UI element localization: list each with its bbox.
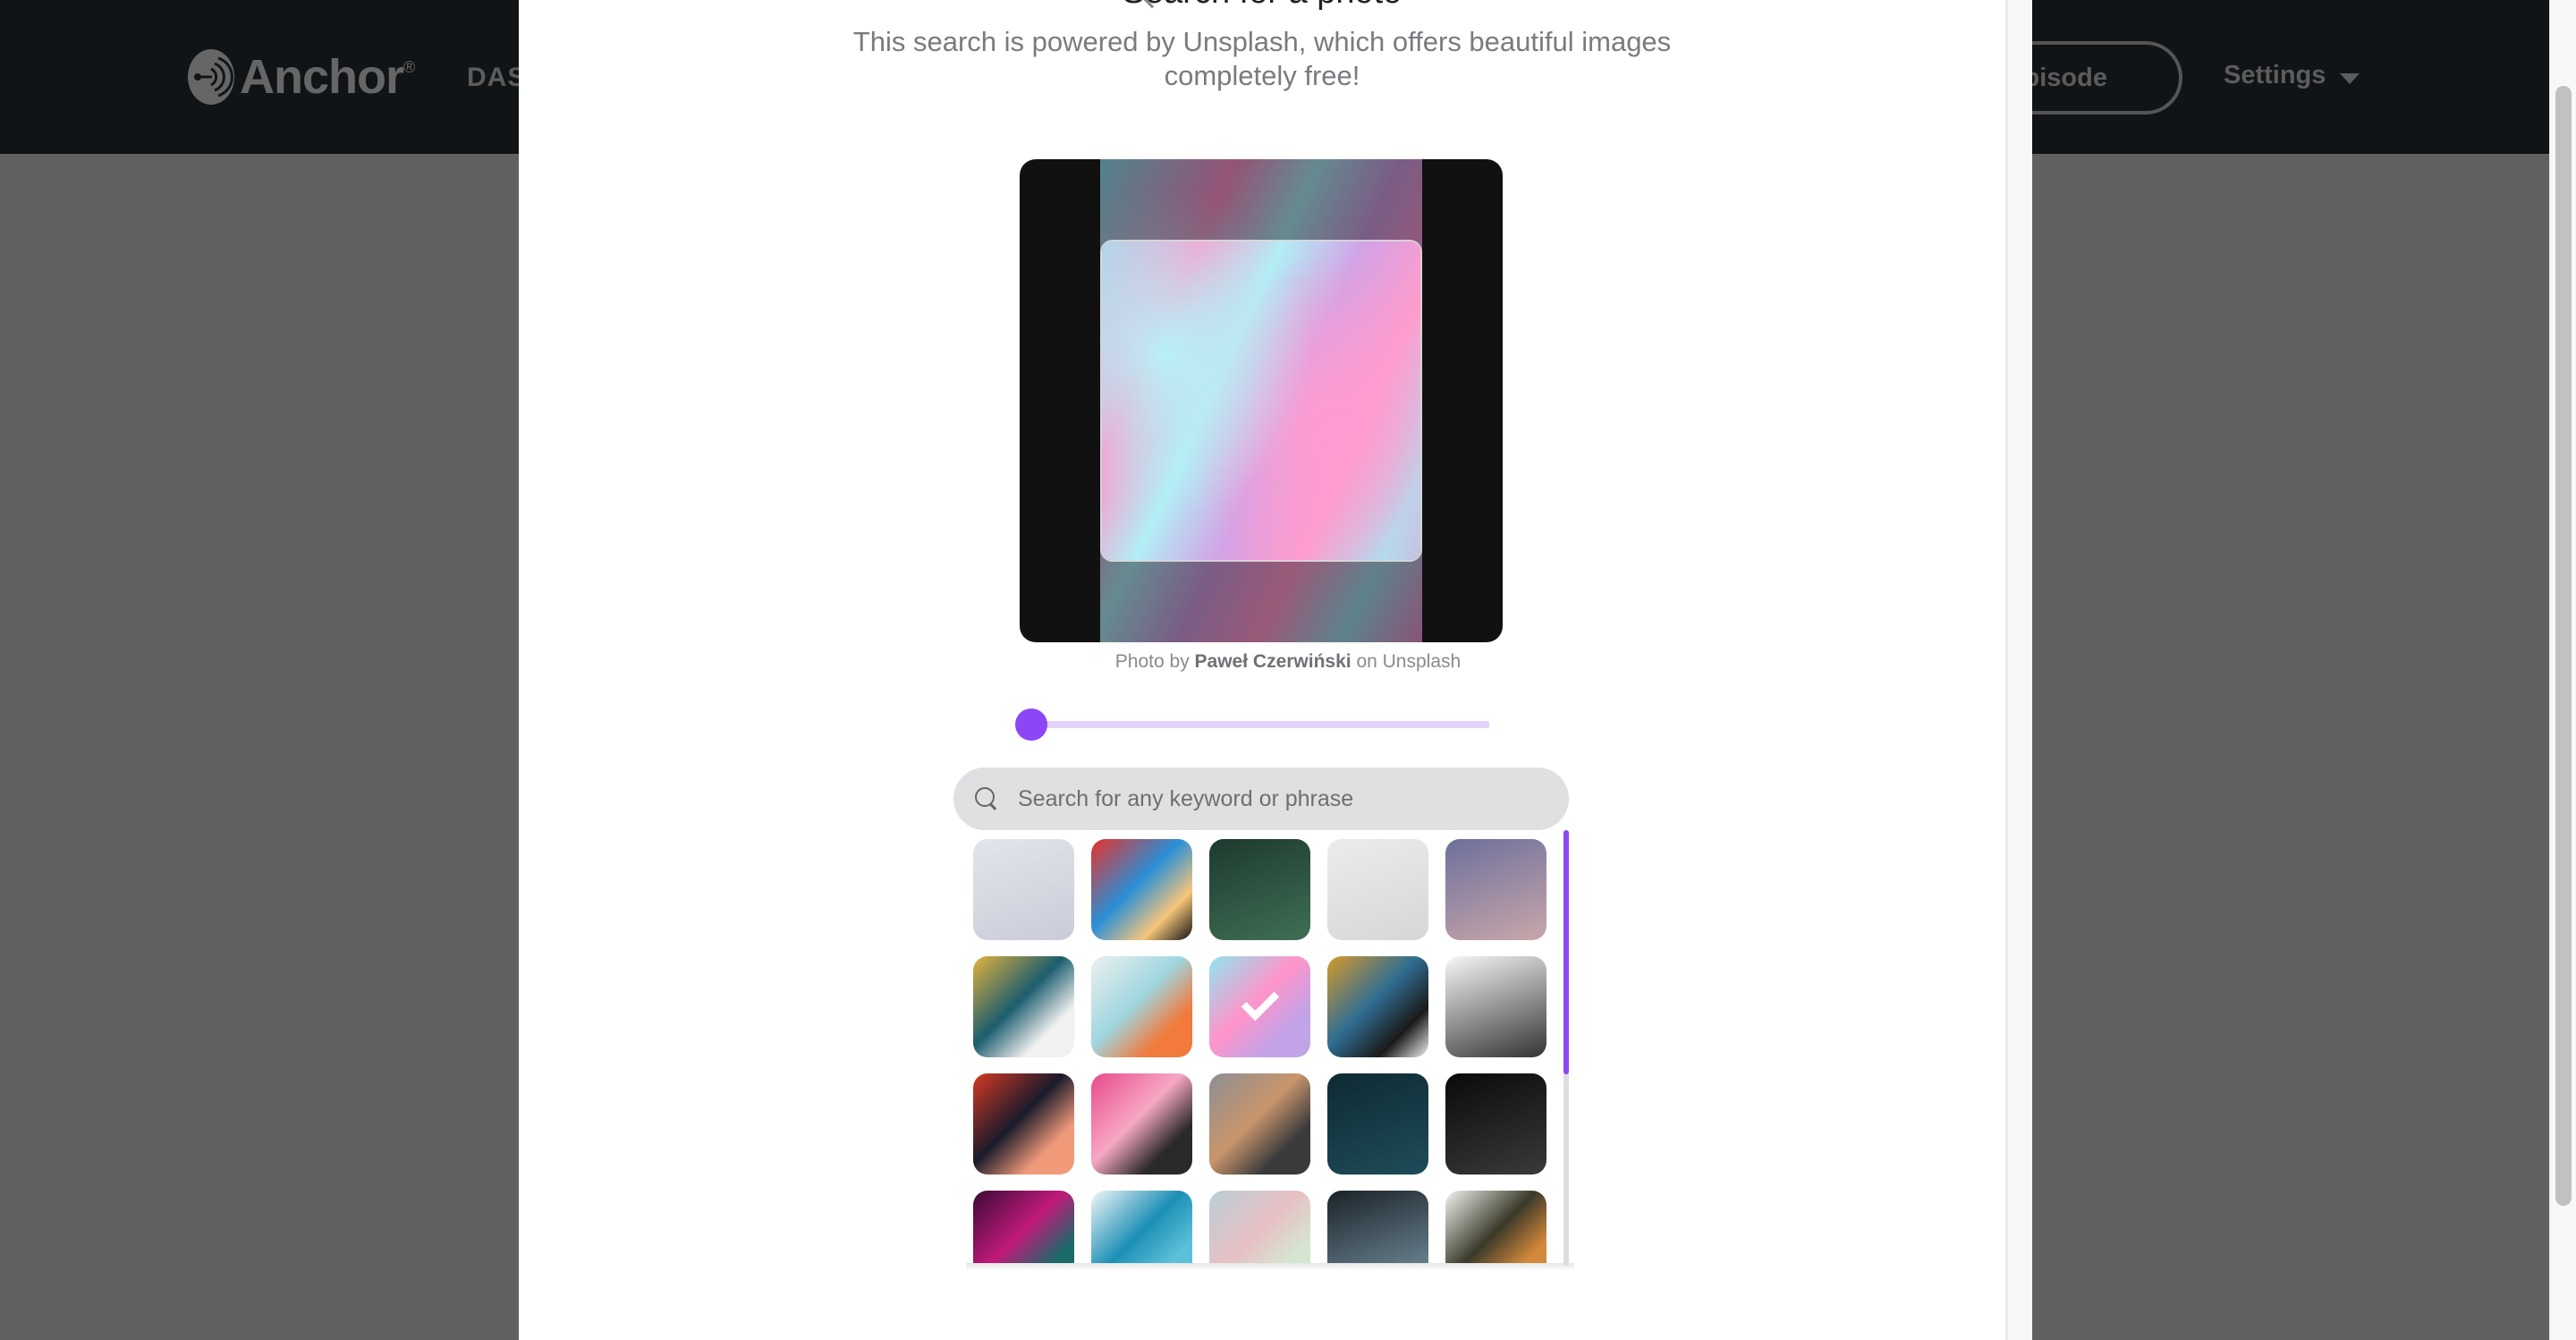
photo-thumbnail-frosted-glass[interactable] [1327, 1191, 1428, 1266]
zoom-slider[interactable] [1015, 707, 1498, 742]
crop-area[interactable] [1100, 240, 1422, 562]
photo-thumbnail-metal-pyramids[interactable] [1209, 1073, 1310, 1175]
photo-results-grid [973, 839, 1546, 1266]
photo-thumbnail-yellow-tiles[interactable] [973, 956, 1074, 1057]
subtitle-line-2: completely free! [1164, 60, 1360, 91]
anchor-logo-icon [188, 49, 234, 105]
results-bottom-fade [966, 1263, 1574, 1270]
browser-scrollbar[interactable] [2549, 0, 2576, 1340]
photo-thumbnail-pink-blue-marble[interactable] [1209, 956, 1310, 1057]
settings-dropdown[interactable]: Settings [2224, 61, 2360, 90]
credit-suffix: on Unsplash [1351, 651, 1462, 672]
photo-thumbnail-black-chevrons[interactable] [1445, 1073, 1546, 1175]
photo-search-input[interactable] [1018, 785, 1555, 812]
photo-thumbnail-blue-blossoms[interactable] [1091, 1191, 1192, 1266]
photo-thumbnail-geometric-triangles[interactable] [1327, 956, 1428, 1057]
page: Anchor ® DAS pisode Settings Search for … [0, 0, 2576, 1340]
browser-scrollbar-thumb[interactable] [2555, 86, 2572, 1206]
photo-thumbnail-pastel-scales[interactable] [1209, 1191, 1310, 1266]
anchor-logo[interactable]: Anchor ® [188, 49, 415, 105]
modal-title: Search for a photo [519, 0, 2005, 12]
nav-dashboard-link[interactable]: DAS [467, 63, 526, 93]
photo-thumbnail-line-pattern[interactable] [1445, 956, 1546, 1057]
photo-thumbnail-colorful-bricks[interactable] [1091, 839, 1192, 940]
photo-search-field[interactable] [953, 768, 1569, 830]
new-episode-label: pisode [2023, 63, 2107, 92]
caret-down-icon [2340, 72, 2360, 84]
results-scrollbar-thumb[interactable] [1563, 830, 1569, 1074]
photo-thumbnail-red-swirls[interactable] [973, 1073, 1074, 1175]
photo-thumbnail-white-waves[interactable] [973, 839, 1074, 940]
photo-thumbnail-pastel-paint[interactable] [1091, 956, 1192, 1057]
photo-thumbnail-floral-vines[interactable] [1445, 1191, 1546, 1266]
photo-thumbnail-pink-flowers[interactable] [1091, 1073, 1192, 1175]
photo-thumbnail-dark-teal-marble[interactable] [1327, 1073, 1428, 1175]
credit-prefix: Photo by [1114, 651, 1195, 672]
selected-check-icon [1241, 982, 1280, 1022]
subtitle-line-1: This search is powered by Unsplash, whic… [852, 26, 1672, 57]
photo-thumbnail-purple-scales[interactable] [1445, 839, 1546, 940]
photo-crop-editor[interactable] [1020, 159, 1503, 642]
photo-credit: Photo by Paweł Czerwiński on Unsplash [0, 651, 2576, 673]
brand-name: Anchor [240, 50, 404, 104]
photo-thumbnail-purple-fur[interactable] [973, 1191, 1074, 1266]
photo-author-link[interactable]: Paweł Czerwiński [1195, 651, 1352, 672]
search-icon [973, 785, 1000, 812]
settings-label: Settings [2224, 61, 2326, 89]
zoom-slider-track[interactable] [1042, 721, 1489, 728]
photo-thumbnail-white-texture[interactable] [1327, 839, 1428, 940]
registered-mark: ® [403, 58, 416, 76]
crop-preview [1102, 242, 1420, 560]
zoom-slider-thumb[interactable] [1015, 708, 1047, 741]
photo-thumbnail-green-leaves[interactable] [1209, 839, 1310, 940]
modal-subtitle: This search is powered by Unsplash, whic… [519, 25, 2005, 93]
photo-results [966, 832, 1574, 1266]
